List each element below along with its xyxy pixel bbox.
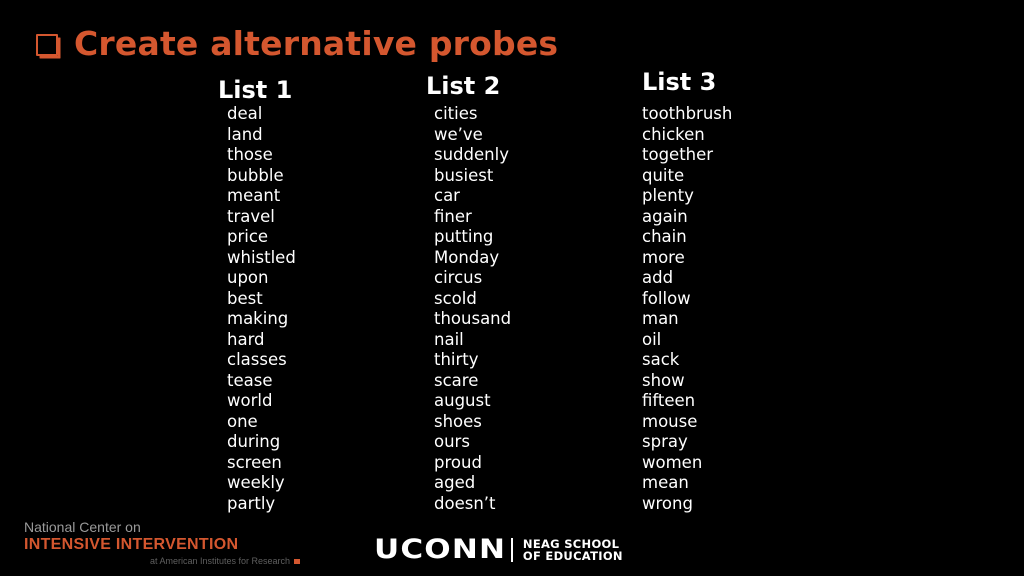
nci-logo-line1: National Center on	[24, 519, 141, 535]
list-word: mean	[642, 473, 689, 492]
list-word: more	[642, 247, 685, 267]
list-word: man	[642, 309, 679, 328]
list-word: screen	[227, 452, 282, 472]
list-word: quite	[642, 165, 685, 185]
list-word: bubble	[227, 165, 284, 185]
uconn-wordmark: UCONN	[374, 534, 507, 565]
slide: Create alternative probes List 1 deal lan…	[0, 0, 1024, 576]
list-word: tease	[227, 370, 273, 390]
list-3: List 3 toothbrush chicken together quite ple…	[642, 68, 732, 514]
list-word: nail	[434, 329, 464, 349]
list-word: deal	[227, 104, 263, 123]
list-word: chicken	[642, 124, 705, 144]
list-1-heading: List 1	[218, 76, 293, 104]
slide-title: Create alternative probes	[36, 24, 558, 63]
list-word: classes	[227, 350, 287, 369]
list-word: busiest	[434, 165, 494, 185]
list-word: cities	[434, 104, 478, 123]
list-word: toothbrush	[642, 104, 733, 123]
list-word: august	[434, 391, 491, 410]
list-word: whistled	[227, 247, 296, 267]
list-word: making	[227, 309, 289, 328]
air-square-icon	[294, 558, 301, 564]
list-word: partly	[227, 493, 276, 513]
list-word: add	[642, 268, 674, 287]
list-word: wrong	[642, 493, 693, 513]
list-word: putting	[434, 227, 494, 246]
list-word: circus	[434, 268, 483, 287]
list-word: meant	[227, 186, 281, 205]
neag-line2: OF EDUCATION	[522, 549, 623, 563]
checkbox-bullet-icon	[36, 33, 58, 56]
list-word: upon	[227, 268, 269, 287]
list-2-heading: List 2	[426, 72, 501, 100]
list-word: scold	[434, 288, 477, 308]
list-word: oil	[642, 329, 662, 349]
list-word: spray	[642, 432, 688, 451]
list-2: List 2 cities we’ve suddenly busiest car fine…	[426, 72, 511, 514]
list-word: sack	[642, 350, 680, 369]
list-word: those	[227, 145, 273, 164]
slide-title-text: Create alternative probes	[74, 24, 559, 63]
list-1: List 1 deal land those bubble meant travel pri…	[218, 76, 296, 514]
list-word: follow	[642, 288, 691, 308]
list-word: land	[227, 124, 263, 144]
list-word: chain	[642, 227, 687, 246]
uconn-logo: UCONN NEAG SCHOOL OF EDUCATION	[374, 535, 623, 565]
list-word: suddenly	[434, 145, 509, 164]
list-word: car	[434, 186, 460, 205]
list-word: travel	[227, 206, 275, 226]
list-3-words: toothbrush chicken together quite plenty agai…	[642, 104, 732, 514]
list-word: fifteen	[642, 391, 696, 410]
list-2-words: cities we’ve suddenly busiest car finer puttin…	[434, 104, 511, 514]
list-word: during	[227, 432, 281, 451]
list-word: together	[642, 145, 714, 164]
list-word: weekly	[227, 473, 285, 492]
list-word: proud	[434, 452, 482, 472]
list-3-heading: List 3	[642, 68, 717, 96]
list-word: finer	[434, 206, 472, 226]
list-word: again	[642, 206, 688, 226]
list-word: mouse	[642, 411, 698, 431]
list-word: ours	[434, 432, 470, 451]
list-word: doesn’t	[434, 493, 496, 513]
list-word: women	[642, 452, 703, 472]
list-word: we’ve	[434, 124, 483, 144]
nci-logo-line3: at American Institutes for Research	[150, 555, 301, 567]
list-word: show	[642, 370, 685, 390]
neag-school-label: NEAG SCHOOL OF EDUCATION	[523, 538, 623, 562]
nci-logo-air-text: at American Institutes for Research	[150, 556, 291, 566]
list-word: aged	[434, 473, 476, 492]
list-word: shoes	[434, 411, 482, 431]
list-word: thousand	[434, 309, 512, 328]
list-word: hard	[227, 329, 265, 349]
list-word: scare	[434, 370, 479, 390]
list-word: plenty	[642, 186, 694, 205]
list-word: Monday	[434, 247, 500, 267]
uconn-divider	[510, 538, 513, 562]
list-word: one	[227, 411, 258, 431]
list-word: best	[227, 288, 263, 308]
nci-logo-line2: INTENSIVE INTERVENTION	[24, 536, 239, 553]
nci-logo: National Center on INTENSIVE INTERVENTIO…	[24, 519, 301, 567]
list-word: thirty	[434, 350, 479, 369]
list-1-words: deal land those bubble meant travel price whist…	[227, 104, 296, 514]
list-word: world	[227, 391, 273, 410]
list-word: price	[227, 227, 269, 246]
